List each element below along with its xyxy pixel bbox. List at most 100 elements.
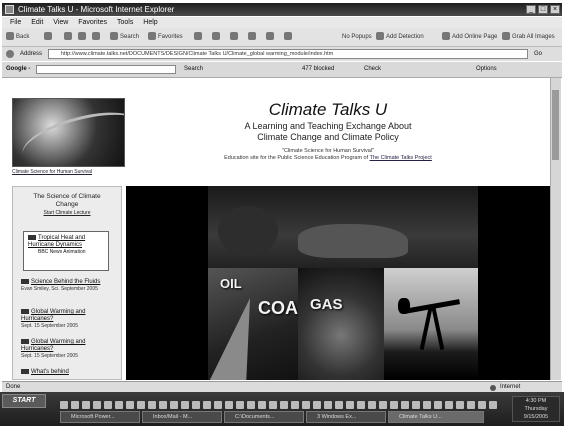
vertical-scrollbar[interactable] [550, 78, 561, 380]
quick-launch-icon[interactable] [291, 401, 299, 409]
page-icon [442, 32, 450, 41]
quick-launch-icon[interactable] [357, 401, 365, 409]
earth-caption-link[interactable]: Climate Science for Human Survival [12, 169, 132, 175]
mail-button[interactable] [230, 32, 240, 42]
quick-launch-icon[interactable] [368, 401, 376, 409]
taskbar-button-climate-talks[interactable]: Climate Talks U... [388, 411, 484, 423]
add-online-page-button[interactable]: Add Online Page [442, 32, 497, 42]
quick-launch-icon[interactable] [104, 401, 112, 409]
sidebar-item-title[interactable]: Global Warming and Hurricanes? [21, 339, 85, 352]
favorites-button[interactable]: Favorites [148, 32, 183, 42]
quick-launch-icon[interactable] [456, 401, 464, 409]
menu-tools[interactable]: Tools [117, 19, 133, 26]
add-detection-button[interactable]: Add Detection [376, 32, 424, 42]
quick-launch-icon[interactable] [82, 401, 90, 409]
go-button[interactable]: Go [534, 47, 542, 61]
bullet-icon [21, 339, 29, 345]
quick-launch-icon[interactable] [247, 401, 255, 409]
quick-launch-icon[interactable] [302, 401, 310, 409]
quick-launch-icon[interactable] [126, 401, 134, 409]
spell-check-button[interactable]: Check [364, 62, 381, 77]
sidebar-list-item[interactable]: Global Warming and Hurricanes? Sept. 15 … [21, 339, 113, 360]
sidebar-list-item[interactable]: Science Behind the Fluids Evan Smiley, S… [21, 279, 113, 293]
no-popups-button[interactable]: No Popups [342, 32, 372, 42]
quick-launch-icon[interactable] [467, 401, 475, 409]
quick-launch-icon[interactable] [478, 401, 486, 409]
bullet-icon [21, 369, 29, 375]
quick-launch-icon[interactable] [181, 401, 189, 409]
quick-launch-icon[interactable] [412, 401, 420, 409]
close-button[interactable]: × [550, 5, 560, 14]
quick-launch-icon[interactable] [379, 401, 387, 409]
quick-launch-icon[interactable] [170, 401, 178, 409]
taskbar-button-powerpoint[interactable]: Microsoft Power... [60, 411, 140, 423]
taskbar-button-mail[interactable]: Inbox/Mail - M... [142, 411, 222, 423]
forward-arrow-icon [44, 32, 52, 41]
quick-launch-icon[interactable] [60, 401, 68, 409]
start-lecture-link[interactable]: Start Climate Lecture [13, 209, 121, 217]
quick-launch-icon[interactable] [115, 401, 123, 409]
quick-launch-icon[interactable] [192, 401, 200, 409]
quick-launch-icon[interactable] [159, 401, 167, 409]
quick-launch-icon[interactable] [401, 401, 409, 409]
quick-launch-icon[interactable] [148, 401, 156, 409]
quick-launch-icon[interactable] [434, 401, 442, 409]
quick-launch-icon[interactable] [258, 401, 266, 409]
menu-edit[interactable]: Edit [31, 19, 43, 26]
google-search-button[interactable]: Search [184, 62, 203, 77]
quick-launch-icon[interactable] [390, 401, 398, 409]
grab-images-button[interactable]: Grab All Images [502, 32, 555, 42]
minimize-button[interactable]: _ [526, 5, 536, 14]
menu-favorites[interactable]: Favorites [78, 19, 107, 26]
start-button[interactable]: START [2, 394, 46, 408]
scrollbar-thumb[interactable] [552, 90, 559, 160]
sidebar-item-title[interactable]: What's behind [31, 369, 69, 375]
quick-launch-icon[interactable] [236, 401, 244, 409]
home-button[interactable] [92, 32, 102, 42]
quick-launch-icon[interactable] [203, 401, 211, 409]
featured-item-title[interactable]: Tropical Heat and Hurricane Dynamics [28, 235, 85, 248]
quick-launch-icon[interactable] [214, 401, 222, 409]
quick-launch-icon[interactable] [489, 401, 497, 409]
stop-button[interactable] [64, 32, 74, 42]
quick-launch-icon[interactable] [346, 401, 354, 409]
edit-button[interactable] [266, 32, 276, 42]
history-button[interactable] [212, 32, 222, 42]
menu-help[interactable]: Help [143, 19, 157, 26]
sidebar-list-item[interactable]: Global Warming and Hurricanes? Sept. 15 … [21, 309, 113, 330]
taskbar-button-explorer[interactable]: 3 Windows Ex... [306, 411, 386, 423]
quick-launch-icon[interactable] [137, 401, 145, 409]
climate-talks-project-link[interactable]: The Climate Talks Project [370, 155, 432, 161]
forward-button[interactable] [44, 32, 54, 42]
google-options-button[interactable]: Options [476, 62, 497, 77]
back-button[interactable]: Back [6, 32, 29, 42]
sidebar-item-title[interactable]: Science Behind the Fluids [31, 279, 100, 285]
refresh-button[interactable] [78, 32, 88, 42]
discuss-button[interactable] [284, 32, 294, 42]
sidebar-item-title[interactable]: Global Warming and Hurricanes? [21, 309, 85, 322]
media-button[interactable] [194, 32, 204, 42]
ring-graphic [17, 102, 124, 166]
featured-item-box[interactable]: Tropical Heat and Hurricane Dynamics BBC… [23, 231, 109, 271]
quick-launch-icon[interactable] [225, 401, 233, 409]
quick-launch-icon[interactable] [71, 401, 79, 409]
sidebar-list-item[interactable]: What's behind [21, 369, 113, 376]
print-button[interactable] [248, 32, 258, 42]
quick-launch-icon[interactable] [445, 401, 453, 409]
taskbar-button-documents[interactable]: C:\Documents... [224, 411, 304, 423]
menu-view[interactable]: View [53, 19, 68, 26]
quick-launch-icon[interactable] [335, 401, 343, 409]
quick-launch-icon[interactable] [93, 401, 101, 409]
maximize-button[interactable]: □ [538, 5, 548, 14]
popup-blocked-count[interactable]: 477 blocked [302, 62, 334, 77]
menu-file[interactable]: File [10, 19, 21, 26]
google-search-input[interactable] [36, 65, 176, 74]
search-button[interactable]: Search [110, 32, 139, 42]
quick-launch-icon[interactable] [313, 401, 321, 409]
address-input[interactable]: http://www.climate.talks.net/DOCUMENTS/D… [48, 49, 528, 59]
quick-launch-icon[interactable] [269, 401, 277, 409]
quick-launch-icon[interactable] [324, 401, 332, 409]
system-clock[interactable]: 4:30 PM Thursday 9/15/2005 [512, 396, 560, 422]
quick-launch-icon[interactable] [280, 401, 288, 409]
quick-launch-icon[interactable] [423, 401, 431, 409]
